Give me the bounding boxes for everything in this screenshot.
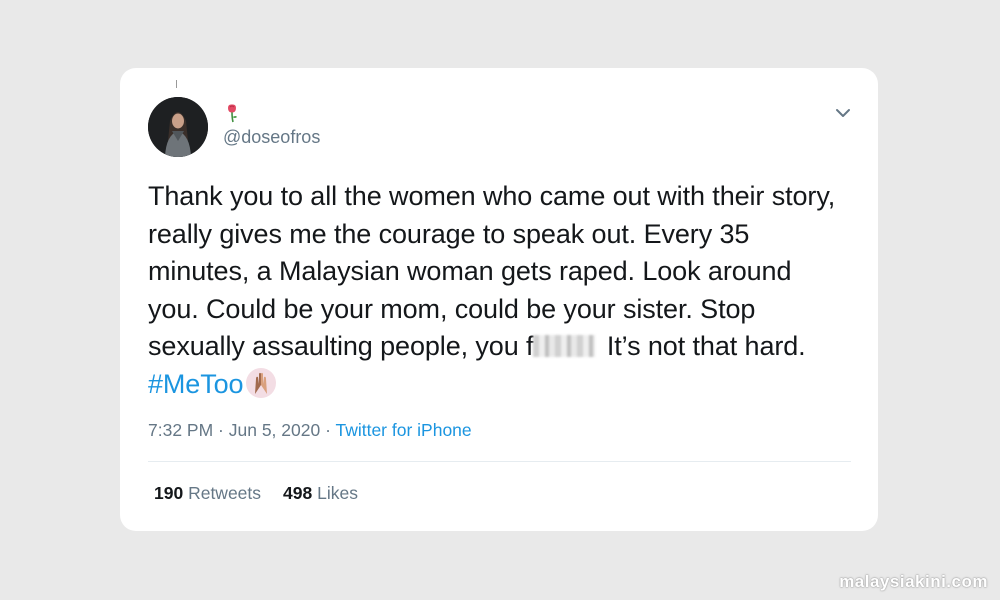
raised-hands-icon — [246, 367, 277, 398]
tweet-date[interactable]: Jun 5, 2020 — [229, 420, 320, 440]
profile-photo-icon — [148, 97, 208, 157]
tweet-time[interactable]: 7:32 PM — [148, 420, 213, 440]
likes-stat[interactable]: 498 Likes — [283, 483, 358, 503]
chevron-down-icon[interactable] — [832, 102, 854, 124]
tweet-meta: 7:32 PM · Jun 5, 2020 · Twitter for iPho… — [148, 420, 472, 441]
likes-count: 498 — [283, 483, 313, 503]
likes-label: Likes — [317, 483, 358, 503]
tweet-stats: 190 Retweets 498 Likes — [154, 483, 358, 504]
watermark: malaysiakini.com — [839, 572, 988, 591]
meta-separator: · — [320, 420, 336, 440]
avatar[interactable] — [148, 97, 208, 157]
tweet-text-part2: It’s not that hard. — [599, 331, 806, 361]
tweet-text: Thank you to all the women who came out … — [148, 178, 848, 403]
censored-word — [533, 335, 596, 357]
divider — [148, 461, 851, 462]
retweets-label: Retweets — [188, 483, 262, 503]
retweets-count: 190 — [154, 483, 184, 503]
author-handle[interactable]: @doseofros — [223, 127, 320, 148]
hashtag-link[interactable]: #MeToo — [148, 369, 244, 399]
meta-separator: · — [213, 420, 229, 440]
retweets-stat[interactable]: 190 Retweets — [154, 483, 261, 503]
rose-icon — [228, 104, 237, 123]
tweet-card: @doseofros Thank you to all the women wh… — [120, 68, 878, 531]
tweet-source-link[interactable]: Twitter for iPhone — [335, 420, 471, 440]
tick-mark — [176, 80, 177, 88]
